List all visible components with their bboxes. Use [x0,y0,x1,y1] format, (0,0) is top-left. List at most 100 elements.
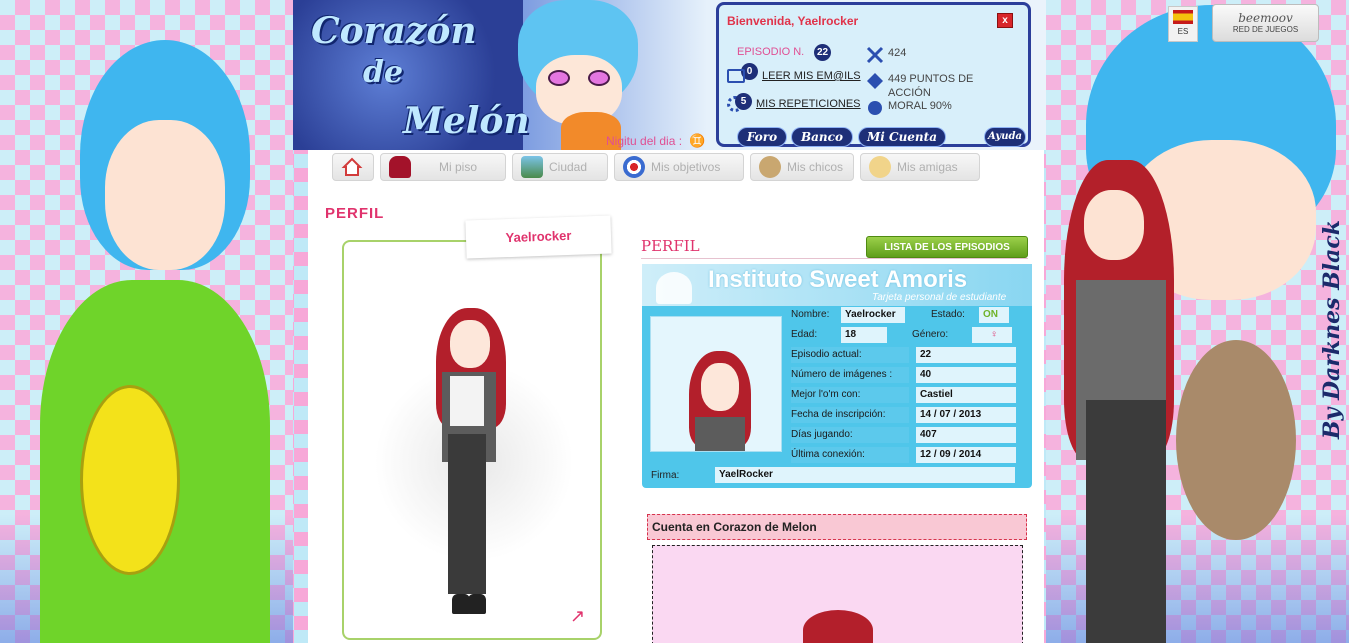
boy-avatar-icon [759,156,781,178]
spain-flag-icon [1173,10,1193,24]
profile-subheading: PERFIL [641,237,700,255]
crossed-swords-icon [866,46,884,64]
sofa-icon [389,156,411,178]
mail-row: 0 LEER MIS EM@ILS [727,62,861,83]
account-avatar-hair [803,610,873,643]
logo-line-2: de [363,55,404,90]
moral-stat: MORAL 90% [866,99,952,117]
diamond-icon [867,73,883,89]
target-icon [623,156,645,178]
site-logo[interactable]: Corazón de Melón [293,0,530,150]
age-value: 18 [841,327,887,343]
student-card: Instituto Sweet Amoris Tarjeta personal … [642,264,1032,488]
partner-network-label: RED DE JUEGOS [1232,25,1299,34]
moral-value: MORAL 90% [888,100,952,112]
welcome-title: Bienvenida, Yaelrocker [727,14,859,28]
repeat-count-badge: 5 [735,92,752,110]
nav-my-friends[interactable]: Mis amigas [860,153,980,181]
episode-number-badge: 22 [814,44,831,61]
flower-icon [868,101,882,115]
action-points-stat: 449 PUNTOS DE ACCIÓN [866,72,986,100]
student-card-title: Instituto Sweet Amoris [708,266,968,293]
current-episode-label: Episodio actual: [791,347,909,363]
artist-signature: By Darknes Black [1319,220,1345,440]
name-value: Yaelrocker [841,307,905,323]
expand-arrow-icon[interactable]: ↗ [570,606,585,627]
divider [641,258,1028,259]
photo-face [701,363,739,411]
dollars-value: 424 [888,47,907,59]
teddy-bear-art [1176,340,1296,540]
nav-my-objectives-label: Mis objetivos [651,160,721,174]
last-login-label: Última conexión: [791,447,909,463]
nav-city[interactable]: Ciudad [512,153,608,181]
nav-my-apartment[interactable]: Mi piso [380,153,506,181]
language-label: ES [1177,27,1189,36]
forum-button[interactable]: Foro [737,127,787,147]
student-card-subtitle: Tarjeta personal de estudiante [872,292,1007,303]
beemoov-logo: beemoov [1238,11,1293,25]
gender-label: Género: [912,329,949,340]
cupcake-icon [656,272,692,304]
main-navigation: Mi piso Ciudad Mis objetivos Mis chicos … [332,153,1022,183]
my-account-button[interactable]: Mi Cuenta [858,127,946,147]
account-heading: Cuenta en Corazon de Melon [647,514,1027,540]
signature-value: YaelRocker [715,467,1015,483]
envelope-icon [727,69,745,83]
daily-sign: Nigitu del dia : ♊ [606,133,706,149]
repetitions-link[interactable]: MIS REPETICIONES [756,98,861,110]
language-selector[interactable]: ES [1168,6,1198,42]
nav-my-friends-label: Mis amigas [897,160,958,174]
smiley-face-art [80,385,180,575]
action-points-value: 449 PUNTOS DE ACCIÓN [888,73,974,99]
help-button[interactable]: Ayuda [984,127,1026,147]
avatar-pants [448,434,486,594]
avatar-top [450,376,484,426]
avatar-face [450,320,490,368]
home-icon [341,157,363,176]
signup-date-value: 14 / 07 / 2013 [916,407,1016,423]
episode-label: EPISODIO N. [737,46,805,58]
partner-network-link[interactable]: beemoov RED DE JUEGOS [1212,4,1319,42]
mascot-left-eye [548,70,570,86]
best-lovometer-label: Mejor l'o'm con: [791,387,909,403]
days-played-label: Días jugando: [791,427,909,443]
nav-my-objectives[interactable]: Mis objetivos [614,153,744,181]
current-episode-value: 22 [916,347,1016,363]
girl-pants-art [1086,400,1166,643]
city-icon [521,156,543,178]
girl-face-art [1084,190,1144,260]
close-icon[interactable]: x [997,13,1013,28]
signup-date-label: Fecha de inscripción: [791,407,909,423]
episodes-list-button[interactable]: LISTA DE LOS EPISODIOS [866,236,1028,258]
boy-face-art [105,120,225,270]
site-header: Corazón de Melón Nigitu del dia : ♊ Bien… [293,0,1046,150]
status-badge: ON [979,307,1009,323]
days-played-value: 407 [916,427,1016,443]
bank-button[interactable]: Banco [791,127,853,147]
avatar-right-shoe [468,594,486,614]
images-value: 40 [916,367,1016,383]
name-label: Nombre: [791,309,830,320]
nav-my-boys[interactable]: Mis chicos [750,153,854,181]
welcome-panel: Bienvenida, Yaelrocker x EPISODIO N. 22 … [716,2,1031,147]
page-title: PERFIL [325,205,385,222]
logo-line-3: Melón [403,100,530,142]
left-background-artwork [0,0,293,643]
dollars-stat: 424 [866,46,906,64]
right-background-artwork: By Darknes Black [1046,0,1349,643]
nav-my-apartment-label: Mi piso [439,160,478,174]
photo-vest [695,417,745,451]
best-lovometer-value: Castiel [916,387,1016,403]
signature-label: Firma: [651,470,680,481]
last-login-value: 12 / 09 / 2014 [916,447,1016,463]
student-card-banner: Instituto Sweet Amoris Tarjeta personal … [642,264,1032,306]
student-photo [650,316,782,452]
repeat-row: 5 MIS REPETICIONES [727,92,861,112]
daily-sign-label: Nigitu del dia : [606,134,683,148]
logo-line-1: Corazón [311,10,477,52]
nav-my-boys-label: Mis chicos [787,160,844,174]
username-tab: Yaelrocker [465,215,612,259]
nav-home[interactable] [332,153,374,181]
read-mails-link[interactable]: LEER MIS EM@ILS [762,70,861,82]
